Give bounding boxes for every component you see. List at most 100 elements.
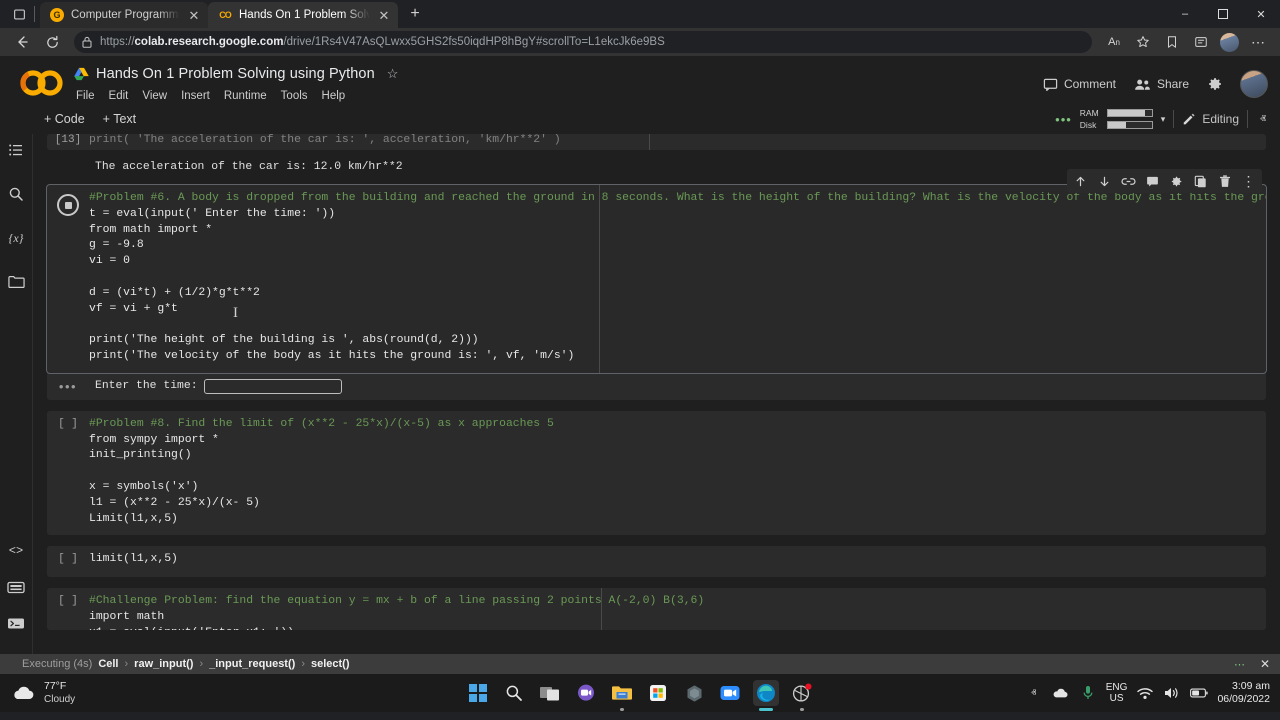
code-snippets-icon[interactable]: <> (5, 540, 27, 562)
back-button[interactable] (8, 29, 36, 55)
task-view-button[interactable] (537, 680, 563, 706)
speaker-icon[interactable] (1163, 684, 1181, 702)
ram-label: RAM (1079, 108, 1099, 118)
code-line-6: Limit(l1,x,5) (89, 512, 178, 525)
add-code-cell-button[interactable]: + Code (44, 112, 85, 126)
hexagon-icon[interactable] (681, 680, 707, 706)
refresh-button[interactable] (38, 29, 66, 55)
notebook-cell-limit[interactable]: [ ] limit(l1,x,5) (47, 546, 1266, 578)
cell-stdin-area[interactable]: ••• Enter the time: (47, 372, 1266, 400)
add-text-cell-button[interactable]: + Text (103, 112, 136, 126)
copy-cell-icon[interactable] (1193, 174, 1208, 189)
maximize-button[interactable] (1204, 0, 1242, 28)
user-avatar[interactable] (1240, 70, 1268, 98)
notebook-cell-partial[interactable]: [13] print( 'The acceleration of the car… (47, 134, 1266, 150)
new-tab-button[interactable]: + (402, 1, 428, 27)
notebook-cell-problem-6[interactable]: ⋮ #Problem #6. A body is dropped from th… (46, 169, 1267, 374)
menu-tools[interactable]: Tools (275, 88, 314, 104)
cell-stop-button[interactable] (57, 194, 79, 216)
more-options-icon[interactable]: ⋮ (1241, 174, 1256, 189)
file-explorer-button[interactable] (609, 680, 635, 706)
taskbar-weather-widget[interactable]: 77°F Cloudy (10, 680, 75, 706)
delete-cell-icon[interactable] (1217, 174, 1232, 189)
profile-avatar[interactable] (1220, 32, 1239, 52)
menu-file[interactable]: File (70, 88, 101, 104)
move-cell-down-icon[interactable] (1097, 174, 1112, 189)
menu-runtime[interactable]: Runtime (218, 88, 273, 104)
menu-help[interactable]: Help (316, 88, 352, 104)
variables-icon[interactable]: {x} (5, 227, 27, 249)
menu-edit[interactable]: Edit (103, 88, 135, 104)
microsoft-edge-button[interactable] (753, 680, 779, 706)
minimize-button[interactable]: – (1166, 0, 1204, 28)
notebook-scroll-area[interactable]: [13] print( 'The acceleration of the car… (33, 134, 1280, 654)
command-palette-icon[interactable] (5, 576, 27, 598)
menu-insert[interactable]: Insert (175, 88, 216, 104)
status-more-icon[interactable]: ⋯ (1234, 658, 1246, 671)
language-indicator[interactable]: ENG US (1106, 682, 1128, 704)
star-icon[interactable]: ☆ (387, 66, 399, 82)
stdin-prompt-label: Enter the time: (95, 380, 198, 393)
tab-actions-icon[interactable] (6, 1, 32, 27)
wifi-icon[interactable] (1136, 684, 1154, 702)
browser-tab-1[interactable]: G Computer Programming - Gelvie ✕ (40, 2, 208, 28)
move-cell-up-icon[interactable] (1073, 174, 1088, 189)
cell-run-gutter[interactable] (47, 185, 89, 373)
cell-settings-icon[interactable] (1169, 174, 1184, 189)
cell-prompt-challenge[interactable]: [ ] (47, 588, 89, 630)
editing-mode-button[interactable]: Editing (1182, 112, 1239, 126)
connection-status-icon[interactable]: ••• (1055, 112, 1072, 127)
resource-usage-indicator[interactable]: RAM Disk (1080, 108, 1153, 130)
browser-tab-2[interactable]: CO Hands On 1 Problem Solving usi ✕ (208, 2, 398, 28)
cell-code-challenge[interactable]: #Challenge Problem: find the equation y … (89, 588, 1266, 630)
battery-icon[interactable] (1190, 684, 1209, 702)
close-tab-icon[interactable]: ✕ (186, 7, 202, 23)
link-to-cell-icon[interactable] (1121, 174, 1136, 189)
start-button[interactable] (465, 680, 491, 706)
status-close-icon[interactable]: ✕ (1260, 657, 1270, 671)
chevron-down-icon[interactable]: ▾ (1161, 114, 1166, 125)
favorites-bar-icon[interactable] (1158, 29, 1186, 55)
address-bar[interactable]: https://colab.research.google.com/drive/… (74, 31, 1092, 53)
cell-code-problem-6[interactable]: #Problem #6. A body is dropped from the … (89, 185, 1266, 373)
search-icon[interactable] (5, 183, 27, 205)
notebook-title[interactable]: Hands On 1 Problem Solving using Python (96, 66, 375, 82)
search-taskbar-button[interactable] (501, 680, 527, 706)
files-icon[interactable] (5, 271, 27, 293)
screen-recorder-button[interactable] (789, 680, 815, 706)
read-aloud-icon[interactable]: An (1100, 29, 1128, 55)
tab-favicon-colab: CO (219, 10, 232, 20)
menu-view[interactable]: View (136, 88, 173, 104)
output-gutter (47, 160, 89, 173)
add-comment-icon[interactable] (1145, 174, 1160, 189)
settings-button[interactable] (1200, 72, 1230, 96)
cell-code[interactable]: print( 'The acceleration of the car is: … (89, 134, 1266, 150)
close-tab-icon[interactable]: ✕ (376, 7, 392, 23)
table-of-contents-icon[interactable] (5, 139, 27, 161)
chevron-up-icon[interactable]: ⱏ (1256, 112, 1266, 127)
share-button[interactable]: Share (1127, 73, 1196, 95)
zoom-button[interactable] (717, 680, 743, 706)
comment-button[interactable]: Comment (1036, 73, 1123, 96)
microsoft-store-button[interactable] (645, 680, 671, 706)
close-window-button[interactable]: ✕ (1242, 0, 1280, 28)
onedrive-cloud-icon[interactable] (1052, 684, 1070, 702)
notebook-cell-problem-8[interactable]: [ ] #Problem #8. Find the limit of (x**2… (47, 410, 1266, 536)
cell-prompt-limit[interactable]: [ ] (47, 546, 89, 577)
terminal-icon[interactable] (5, 612, 27, 634)
cell-code-limit[interactable]: limit(l1,x,5) (89, 546, 1266, 577)
cell-prompt-problem-8[interactable]: [ ] (47, 411, 89, 536)
tray-overflow-icon[interactable]: ⱏ (1025, 684, 1043, 702)
browser-toolbar-actions: An ⋯ (1100, 29, 1272, 55)
chat-icon[interactable] (573, 680, 599, 706)
cell-code-problem-8[interactable]: #Problem #8. Find the limit of (x**2 - 2… (89, 411, 1266, 536)
browser-navigation-bar: https://colab.research.google.com/drive/… (0, 28, 1280, 56)
google-drive-icon (74, 67, 89, 81)
microphone-icon[interactable] (1079, 684, 1097, 702)
add-favorite-icon[interactable] (1129, 29, 1157, 55)
notebook-cell-challenge[interactable]: [ ] #Challenge Problem: find the equatio… (47, 588, 1266, 631)
stdin-input[interactable] (203, 378, 342, 394)
collections-icon[interactable] (1187, 29, 1215, 55)
taskbar-clock[interactable]: 3:09 am 06/09/2022 (1217, 680, 1270, 706)
browser-more-options-icon[interactable]: ⋯ (1244, 29, 1272, 55)
